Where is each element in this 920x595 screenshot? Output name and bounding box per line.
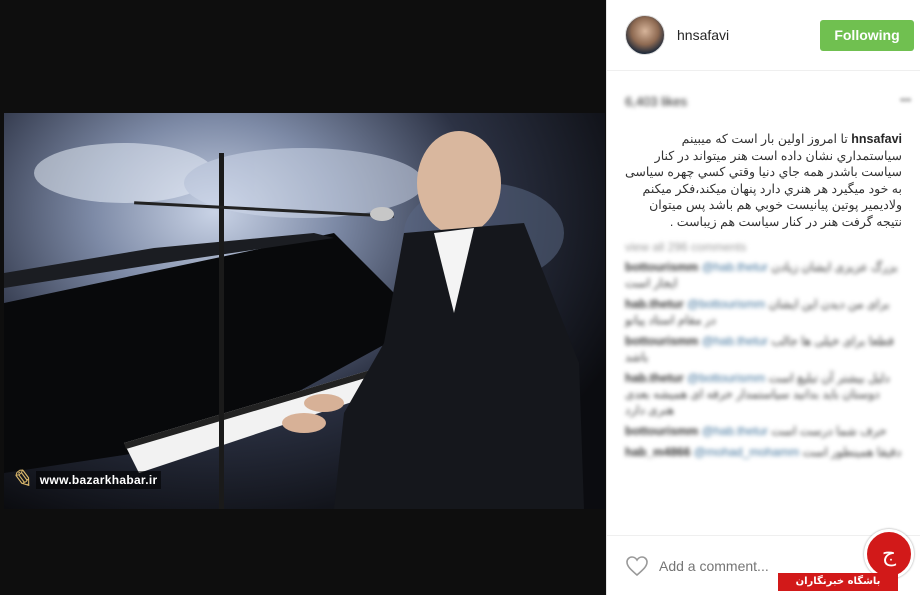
caption-username[interactable]: hnsafavi <box>851 132 902 146</box>
comment-item: bottourismm @hab.thetur قطعا برای خیلی ه… <box>625 333 902 365</box>
comment-item: hab.thetur @bottourismm برای من دیدن این… <box>625 296 902 328</box>
comment-mention[interactable]: @hab.thetur <box>702 334 768 348</box>
club-label: باشگاه خبرنگاران <box>778 573 898 591</box>
media-viewer: ✎ www.bazarkhabar.ir <box>0 0 606 595</box>
comment-username[interactable]: hab.thetur <box>625 297 684 311</box>
photo-illustration <box>4 131 584 509</box>
likes-count[interactable]: 6,403 likes <box>625 94 687 109</box>
comment-text: حرف شما درست است <box>771 424 887 438</box>
following-button[interactable]: Following <box>820 19 914 51</box>
comment-username[interactable]: hab.thetur <box>625 371 684 385</box>
heart-icon[interactable] <box>625 554 649 578</box>
bazarkhabar-logo-icon: ✎ <box>10 465 32 495</box>
comment-username[interactable]: bottourismm <box>625 424 698 438</box>
avatar[interactable] <box>625 15 665 55</box>
comment-mention[interactable]: @mohad_mohamm <box>694 445 800 459</box>
watermark-site: www.bazarkhabar.ir <box>35 471 162 489</box>
view-all-comments-link[interactable]: view all 296 comments <box>625 240 902 254</box>
header-username[interactable]: hnsafavi <box>677 27 820 43</box>
caption-text: تا امروز اولين بار است كه ميبينم سياستمد… <box>624 132 902 229</box>
post-photo[interactable]: ✎ www.bazarkhabar.ir <box>4 113 605 509</box>
comment-mention[interactable]: @hab.thetur <box>702 424 768 438</box>
comment-text: دقیقا همینطور است <box>802 445 902 459</box>
comment-item: hab.thetur @bottourismm دلیل بیشتر آن تب… <box>625 370 902 418</box>
comment-username[interactable]: hab_m4866 <box>625 445 690 459</box>
more-options-icon[interactable]: ••• <box>899 92 912 110</box>
watermark: ✎ www.bazarkhabar.ir <box>10 465 162 495</box>
news-club-logo-icon: ج <box>864 529 914 579</box>
comment-mention[interactable]: @bottourismm <box>687 297 765 311</box>
post-header: hnsafavi Following <box>607 0 920 71</box>
caption: hnsafavi تا امروز اولين بار است كه ميبين… <box>625 131 902 230</box>
comment-username[interactable]: bottourismm <box>625 334 698 348</box>
post-side-panel: hnsafavi Following 6,403 likes ••• hnsaf… <box>606 0 920 595</box>
comment-item: hab_m4866 @mohad_mohamm دقیقا همینطور اس… <box>625 444 902 460</box>
comment-item: bottourismm @hab.thetur حرف شما درست است <box>625 423 902 439</box>
comment-username[interactable]: bottourismm <box>625 260 698 274</box>
comment-mention[interactable]: @bottourismm <box>687 371 765 385</box>
comment-mention[interactable]: @hab.thetur <box>702 260 768 274</box>
likes-row: 6,403 likes ••• <box>607 71 920 131</box>
club-badge: ج باشگاه خبرنگاران <box>778 529 918 593</box>
comment-item: bottourismm @hab.thetur بزرگ عزیزی ایشان… <box>625 259 902 291</box>
comments-section: hnsafavi تا امروز اولين بار است كه ميبين… <box>607 131 920 460</box>
